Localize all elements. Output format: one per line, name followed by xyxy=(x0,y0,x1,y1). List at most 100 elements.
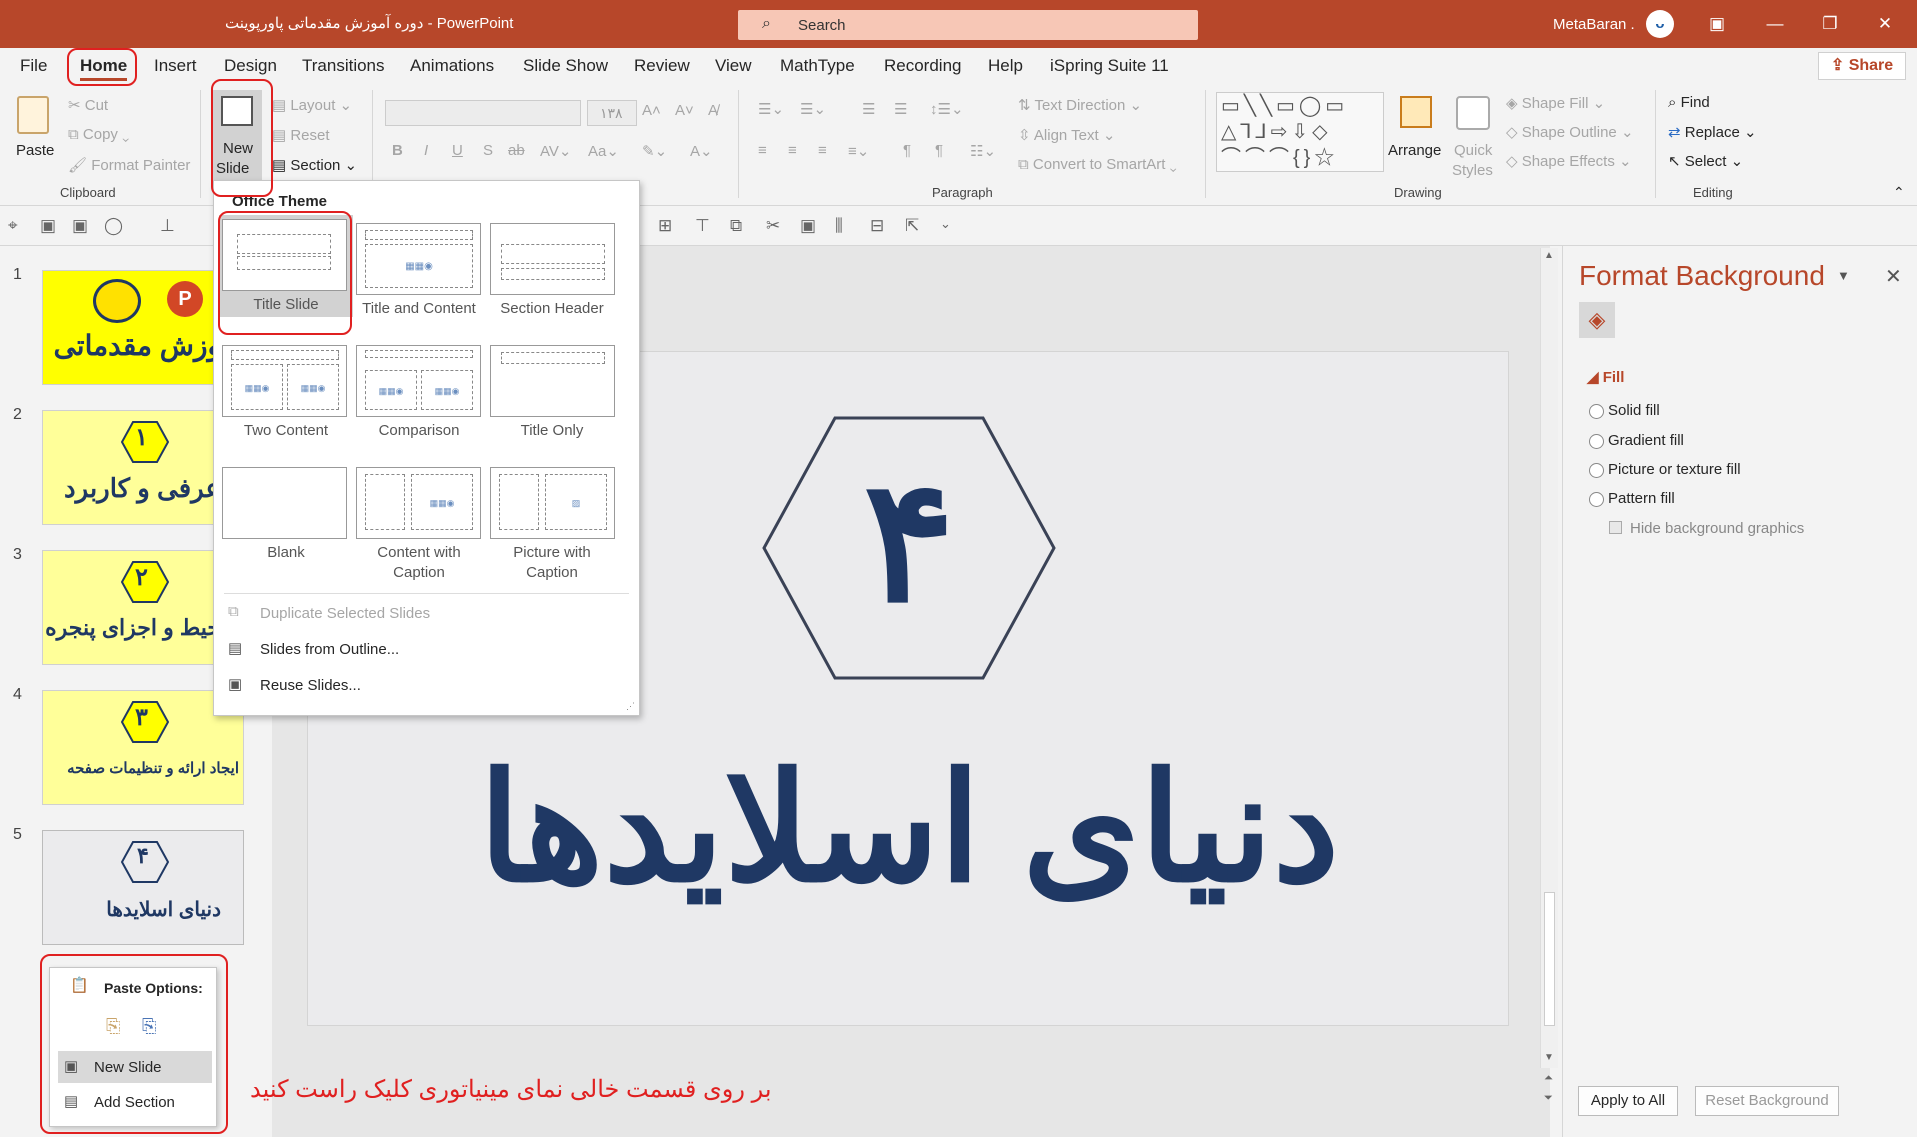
tab-mathtype[interactable]: MathType xyxy=(780,56,855,76)
toolbar-icon[interactable]: ⊟ xyxy=(870,216,884,236)
slides-from-outline-item[interactable]: Slides from Outline... xyxy=(260,641,399,658)
text-direction-button[interactable]: ⇅ Text Direction ⌄ xyxy=(1018,96,1142,114)
minimize-icon[interactable]: — xyxy=(1755,10,1795,38)
reset-button[interactable]: ▤ Reset xyxy=(272,126,330,144)
toolbar-icon[interactable]: ⊥ xyxy=(160,216,175,236)
share-button[interactable]: ⇪ Share xyxy=(1818,52,1906,80)
tab-design[interactable]: Design xyxy=(224,56,277,76)
bold-button[interactable]: B xyxy=(392,142,403,159)
toolbar-icon[interactable]: ⊤ xyxy=(695,216,710,236)
quick-styles-button[interactable]: Quick Styles xyxy=(1448,92,1498,182)
replace-button[interactable]: ⇄ Replace ⌄ xyxy=(1668,123,1757,141)
slide-title[interactable]: دنیای اسلایدها xyxy=(308,742,1510,916)
tab-animations[interactable]: Animations xyxy=(410,56,494,76)
font-name-box[interactable] xyxy=(385,100,581,126)
solid-fill-radio[interactable]: Solid fill xyxy=(1589,402,1660,419)
cut-button[interactable]: ✂ Cut xyxy=(68,96,108,114)
convert-smartart-button[interactable]: ⧉ Convert to SmartArt ⌄ xyxy=(1018,156,1177,173)
toolbar-icon[interactable]: ⊞ xyxy=(658,216,672,236)
picture-fill-radio[interactable]: Picture or texture fill xyxy=(1589,461,1741,478)
pane-options-icon[interactable]: ▼ xyxy=(1837,268,1850,283)
apply-to-all-button[interactable]: Apply to All xyxy=(1578,1086,1678,1116)
close-window-icon[interactable]: ✕ xyxy=(1865,10,1905,38)
char-spacing-icon[interactable]: AV⌄ xyxy=(540,142,571,160)
slide-number-text[interactable]: ۴ xyxy=(762,442,1056,642)
toolbar-icon[interactable]: ⇱ xyxy=(905,216,919,236)
layout-thumb-content-caption[interactable]: ▦▦◉ xyxy=(356,467,481,539)
layout-thumb-title-content[interactable]: ▦▦◉ xyxy=(356,223,481,295)
format-painter-button[interactable]: 🖌 Format Painter xyxy=(68,156,190,174)
layout-thumb-blank[interactable] xyxy=(222,467,347,539)
tab-file[interactable]: File xyxy=(20,56,47,76)
toolbar-icon[interactable]: ◯ xyxy=(104,216,123,236)
select-button[interactable]: ↖ Select ⌄ xyxy=(1668,152,1743,170)
columns-icon[interactable]: ☷⌄ xyxy=(970,142,996,160)
fill-category-icon[interactable]: ◈ xyxy=(1579,302,1615,338)
numbering-icon[interactable]: ☰⌄ xyxy=(800,100,826,118)
restore-icon[interactable]: ❐ xyxy=(1810,10,1850,38)
find-button[interactable]: ⌕ Find xyxy=(1668,94,1710,111)
font-size-box[interactable]: ۱۳۸ xyxy=(587,100,637,126)
grow-font-icon[interactable]: A˄ xyxy=(642,102,661,119)
gradient-fill-radio[interactable]: Gradient fill xyxy=(1589,432,1684,449)
next-slide-icon[interactable]: ⏷ xyxy=(1544,1092,1553,1105)
italic-button[interactable]: I xyxy=(424,142,428,159)
user-name[interactable]: MetaBaran . xyxy=(1553,16,1635,33)
toolbar-icon[interactable]: ✂ xyxy=(766,216,780,236)
resize-grip-icon[interactable]: ⋰ xyxy=(626,701,635,712)
shape-fill-button[interactable]: ◈ Shape Fill ⌄ xyxy=(1506,94,1605,112)
highlight-icon[interactable]: ✎⌄ xyxy=(642,142,667,160)
shape-outline-button[interactable]: ◇ Shape Outline ⌄ xyxy=(1506,123,1634,141)
avatar[interactable]: ᴗ xyxy=(1646,10,1674,38)
customize-toolbar-icon[interactable]: ⌄ xyxy=(940,216,951,232)
layout-thumb-title-only[interactable] xyxy=(490,345,615,417)
duplicate-slides-item[interactable]: Duplicate Selected Slides xyxy=(260,605,430,622)
hide-bg-checkbox[interactable] xyxy=(1609,521,1622,534)
layout-thumb-picture-caption[interactable]: ▨ xyxy=(490,467,615,539)
tab-transitions[interactable]: Transitions xyxy=(302,56,385,76)
scroll-thumb[interactable] xyxy=(1544,892,1555,1026)
line-spacing-icon[interactable]: ↕☰⌄ xyxy=(930,100,964,118)
collapse-ribbon-icon[interactable]: ⌃ xyxy=(1893,184,1905,201)
toolbar-icon[interactable]: ▣ xyxy=(72,216,88,236)
align-right-icon[interactable]: ≡ xyxy=(818,142,827,159)
toolbar-icon[interactable]: ⌖ xyxy=(8,216,18,236)
shadow-button[interactable]: S xyxy=(483,142,493,159)
scroll-down-icon[interactable]: ▼ xyxy=(1544,1052,1554,1063)
bullets-icon[interactable]: ☰⌄ xyxy=(758,100,784,118)
rtl-icon[interactable]: ¶ xyxy=(935,142,943,159)
ltr-icon[interactable]: ¶ xyxy=(903,142,911,159)
scroll-up-icon[interactable]: ▲ xyxy=(1544,250,1554,261)
align-center-icon[interactable]: ≡ xyxy=(788,142,797,159)
layout-button[interactable]: ▤ Layout ⌄ xyxy=(272,96,352,114)
shrink-font-icon[interactable]: A˅ xyxy=(675,102,694,119)
tab-recording[interactable]: Recording xyxy=(884,56,962,76)
shape-effects-button[interactable]: ◇ Shape Effects ⌄ xyxy=(1506,152,1632,170)
previous-slide-icon[interactable]: ⏶ xyxy=(1544,1072,1553,1085)
decrease-indent-icon[interactable]: ☰ xyxy=(862,100,875,118)
tab-review[interactable]: Review xyxy=(634,56,690,76)
arrange-button[interactable]: Arrange xyxy=(1388,92,1444,182)
toolbar-icon[interactable]: ▣ xyxy=(800,216,816,236)
layout-thumb-section-header[interactable] xyxy=(490,223,615,295)
tab-slide-show[interactable]: Slide Show xyxy=(523,56,608,76)
hide-bg-label[interactable]: Hide background graphics xyxy=(1630,520,1804,537)
tab-insert[interactable]: Insert xyxy=(154,56,197,76)
change-case-icon[interactable]: Aa⌄ xyxy=(588,142,619,160)
tab-help[interactable]: Help xyxy=(988,56,1023,76)
justify-icon[interactable]: ≡⌄ xyxy=(848,142,869,160)
search-box[interactable]: ⌕ Search xyxy=(738,10,1198,40)
clear-format-icon[interactable]: A̸ xyxy=(708,102,718,119)
increase-indent-icon[interactable]: ☰ xyxy=(894,100,907,118)
slide-thumbnail-5[interactable]: ۴ دنیای اسلایدها xyxy=(42,830,244,945)
toolbar-icon[interactable]: ⧉ xyxy=(730,216,742,236)
font-color-icon[interactable]: A⌄ xyxy=(690,142,713,160)
tab-view[interactable]: View xyxy=(715,56,752,76)
fill-section-header[interactable]: ◢ Fill xyxy=(1587,368,1624,386)
layout-thumb-two-content[interactable]: ▦▦◉ ▦▦◉ xyxy=(222,345,347,417)
align-left-icon[interactable]: ≡ xyxy=(758,142,767,159)
underline-button[interactable]: U xyxy=(452,142,463,159)
reset-background-button[interactable]: Reset Background xyxy=(1695,1086,1839,1116)
pattern-fill-radio[interactable]: Pattern fill xyxy=(1589,490,1675,507)
vertical-scrollbar[interactable]: ▲ ▼ xyxy=(1540,248,1558,1068)
